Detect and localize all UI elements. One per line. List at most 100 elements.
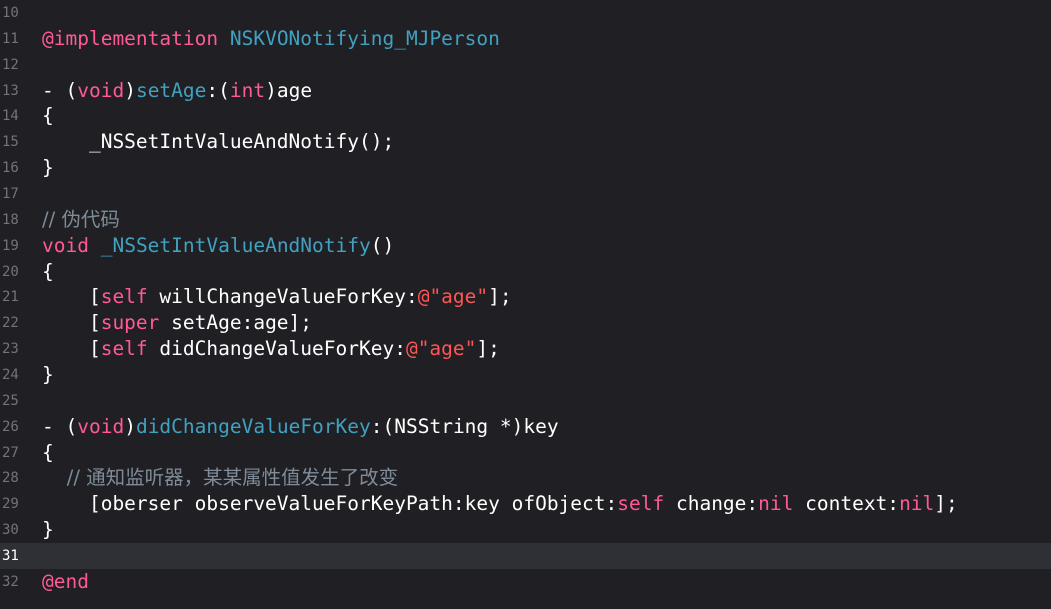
code-token: ]; [934, 492, 958, 516]
line-number: 25 [2, 392, 19, 409]
code-line[interactable]: 26 - (void)didChangeValueForKey:(NSString… [0, 414, 1051, 440]
line-number: 16 [2, 160, 19, 177]
line-number: 26 [2, 418, 19, 435]
code-line[interactable]: 13 - (void)setAge:(int)age [0, 78, 1051, 104]
code-token: [oberser observeValueForKeyPath:key ofOb… [42, 492, 618, 516]
code-text: @implementation NSKVONotifying_MJPerson [42, 26, 500, 52]
code-text: // 通知监听器，某某属性值发生了改变 [42, 465, 398, 491]
code-text: void _NSSetIntValueAndNotify() [42, 233, 394, 259]
code-token: didChangeValueForKey: [147, 337, 406, 361]
code-token: setAge [135, 78, 207, 102]
line-number: 21 [2, 289, 19, 306]
code-token: change: [664, 492, 759, 516]
code-text: // 伪代码 [42, 207, 120, 233]
code-text: [self willChangeValueForKey:@"age"]; [42, 284, 512, 310]
code-token: @implementation [42, 26, 219, 50]
line-number: 27 [2, 444, 19, 461]
code-line[interactable]: 32 @end [0, 569, 1051, 595]
code-token: _NSSetIntValueAndNotify [100, 233, 371, 257]
code-token: [ [42, 285, 101, 309]
code-line[interactable]: 31 [0, 542, 1051, 569]
code-token: setAge:age]; [159, 311, 313, 335]
line-number: 10 [2, 5, 19, 21]
code-token: () [370, 233, 395, 257]
code-line[interactable]: 23 [self didChangeValueForKey:@"age"]; [0, 336, 1051, 362]
code-text: } [42, 155, 54, 181]
code-text: - (void)setAge:(int)age [42, 78, 312, 104]
code-token: super [100, 311, 160, 335]
code-token: _NSSetIntValueAndNotify(); [42, 130, 395, 154]
line-number: 23 [2, 341, 19, 358]
line-number: 19 [2, 237, 19, 254]
line-number: 11 [2, 30, 19, 47]
code-line[interactable]: 22 [super setAge:age]; [0, 310, 1051, 336]
code-token: - ( [42, 414, 78, 438]
code-line[interactable]: 24} [0, 362, 1051, 388]
line-number: 24 [2, 366, 19, 383]
code-text: [self didChangeValueForKey:@"age"]; [42, 336, 500, 362]
code-token: :(NSString *)key [370, 414, 559, 438]
code-token: self [100, 285, 148, 309]
code-text: - (void)didChangeValueForKey:(NSString *… [42, 414, 559, 440]
code-token: ]; [476, 337, 500, 361]
code-line[interactable]: 18 // 伪代码 [0, 207, 1051, 233]
code-token: @"age" [405, 337, 477, 361]
line-number: 29 [2, 496, 19, 513]
code-token: nil [899, 492, 935, 516]
code-line[interactable]: 29 [oberser observeValueForKeyPath:key o… [0, 491, 1051, 517]
code-token: // 伪代码 [42, 207, 120, 231]
code-line[interactable]: 12 [0, 52, 1051, 78]
code-line[interactable]: 10 [0, 0, 1051, 26]
code-token: context: [793, 492, 900, 516]
code-token: [ [42, 311, 101, 335]
code-editor[interactable]: 10 11 @implementation NSKVONotifying_MJPer… [0, 0, 1051, 609]
code-line[interactable]: 30} [0, 517, 1051, 543]
code-token: void [77, 414, 125, 438]
code-token: @end [42, 569, 89, 593]
code-token: didChangeValueForKey [135, 414, 371, 438]
line-number: 30 [2, 522, 19, 538]
code-text: } [42, 362, 54, 388]
code-line[interactable]: 14 { [0, 103, 1051, 129]
code-token: self [617, 492, 665, 516]
code-line[interactable]: 28 // 通知监听器，某某属性值发生了改变 [0, 465, 1051, 491]
code-token: int [229, 78, 266, 102]
code-token: ) [124, 414, 136, 438]
code-token: { [42, 104, 54, 128]
line-number: 14 [2, 108, 19, 125]
code-text: } [42, 517, 54, 543]
code-token: void [77, 78, 125, 102]
line-number: 18 [2, 211, 19, 228]
code-token: { [42, 440, 54, 464]
code-line[interactable]: 21 [self willChangeValueForKey:@"age"]; [0, 284, 1051, 310]
line-number: 12 [2, 56, 19, 73]
code-token: self [100, 337, 148, 361]
code-text: _NSSetIntValueAndNotify(); [42, 129, 394, 155]
code-line[interactable]: 20 { [0, 259, 1051, 285]
code-line[interactable]: 25 [0, 388, 1051, 414]
code-token: ) [124, 78, 136, 102]
code-line[interactable]: 15 _NSSetIntValueAndNotify(); [0, 129, 1051, 155]
code-token: nil [758, 492, 794, 516]
line-number: 32 [2, 573, 19, 590]
code-text: [super setAge:age]; [42, 310, 312, 336]
code-token: willChangeValueForKey: [147, 285, 418, 309]
code-token: void [42, 233, 89, 257]
line-number: 15 [2, 134, 19, 151]
code-text: [oberser observeValueForKeyPath:key ofOb… [42, 491, 958, 517]
code-token: } [42, 362, 54, 386]
code-line[interactable]: 16} [0, 155, 1051, 181]
line-number: 22 [2, 315, 19, 332]
code-token: [ [42, 337, 101, 361]
line-number: 17 [2, 186, 19, 202]
code-token: :( [206, 78, 230, 102]
code-line[interactable]: 11 @implementation NSKVONotifying_MJPerso… [0, 26, 1051, 52]
code-token: )age [265, 78, 313, 102]
code-text: { [42, 259, 54, 285]
code-line[interactable]: 17 [0, 181, 1051, 207]
code-token: @"age" [417, 285, 489, 309]
code-line[interactable]: 19 void _NSSetIntValueAndNotify() [0, 233, 1051, 259]
code-line[interactable]: 27 { [0, 440, 1051, 466]
